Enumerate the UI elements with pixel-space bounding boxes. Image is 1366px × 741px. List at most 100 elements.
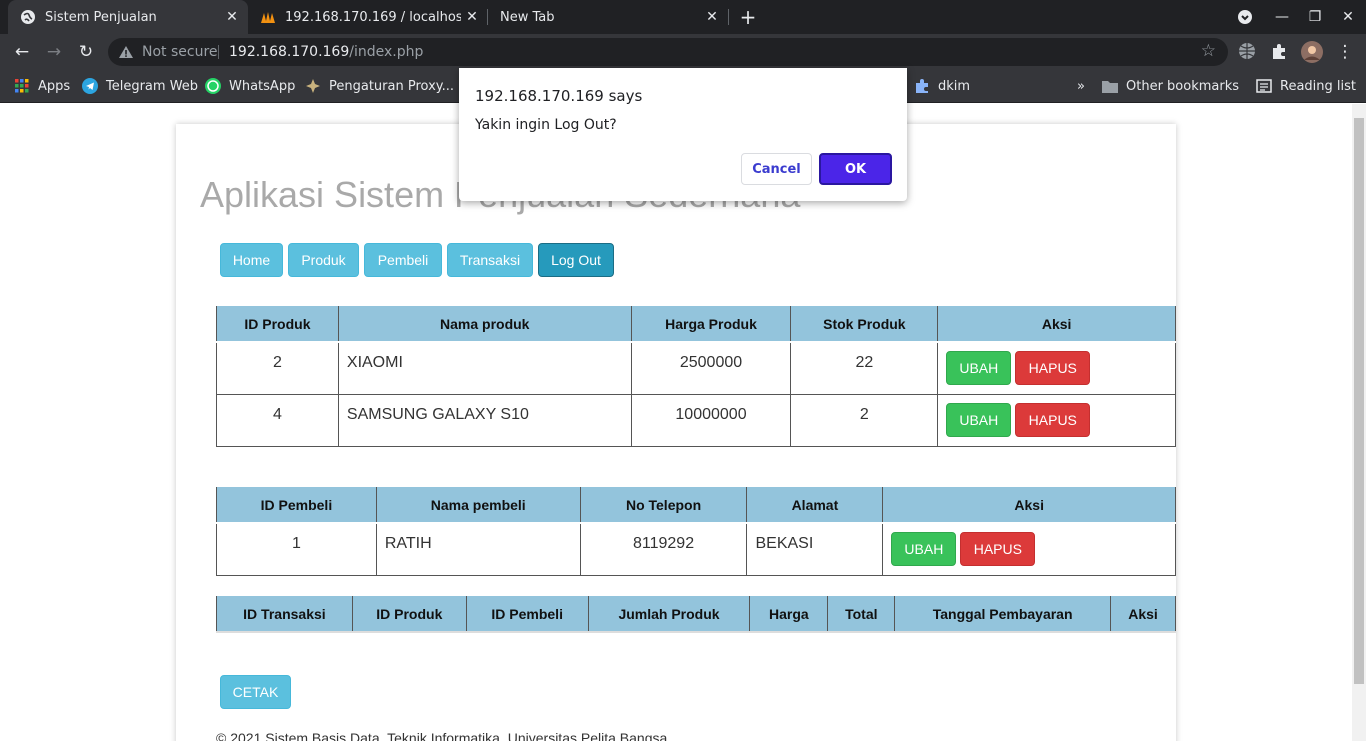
nav-transaksi-button[interactable]: Transaksi (447, 243, 533, 277)
transaksi-table: ID Transaksi ID Produk ID Pembeli Jumlah… (216, 596, 1176, 633)
back-arrow-icon[interactable]: ← (11, 41, 33, 63)
bookmark-label: Other bookmarks (1126, 78, 1240, 94)
tab-separator (728, 9, 729, 25)
bookmark-proxy[interactable]: Pengaturan Proxy... (305, 76, 454, 96)
column-header: Aksi (1110, 596, 1176, 633)
browser-toolbar: ← → ↻ Not secure 192.168.170.169/index.p… (0, 34, 1366, 70)
whatsapp-icon (205, 78, 221, 94)
extensions-puzzle-icon[interactable] (1270, 42, 1290, 62)
column-header: Nama pembeli (375, 487, 581, 524)
cell-stok: 22 (790, 341, 939, 395)
dialog-title: 192.168.170.169 says (475, 87, 643, 105)
bookmark-apps[interactable]: Apps (14, 76, 70, 96)
phpmyadmin-icon (260, 9, 276, 25)
page-scrollbar[interactable] (1352, 104, 1366, 741)
dialog-ok-button[interactable]: OK (819, 153, 892, 185)
delete-button[interactable]: HAPUS (960, 532, 1036, 566)
column-header: Aksi (937, 306, 1176, 343)
cell-id: 1 (216, 522, 377, 576)
cell-aksi: UBAH HAPUS (937, 393, 1176, 447)
bookmark-label: Apps (38, 78, 71, 94)
bookmark-star-icon[interactable]: ☆ (1201, 41, 1216, 61)
edit-button[interactable]: UBAH (891, 532, 957, 566)
confirm-dialog: 192.168.170.169 says Yakin ingin Log Out… (459, 68, 907, 201)
bookmark-telegram[interactable]: Telegram Web (82, 76, 198, 96)
edit-button[interactable]: UBAH (946, 402, 1012, 437)
bookmark-whatsapp[interactable]: WhatsApp (205, 76, 295, 96)
dialog-cancel-button[interactable]: Cancel (741, 153, 812, 185)
bookmark-other-bookmarks[interactable]: Other bookmarks (1102, 76, 1239, 96)
bookmark-label: Pengaturan Proxy... (329, 78, 455, 94)
nav-produk-button[interactable]: Produk (288, 243, 359, 277)
puzzle-icon (914, 78, 930, 94)
nav-home-button[interactable]: Home (220, 243, 283, 277)
table-header-row: ID Transaksi ID Produk ID Pembeli Jumlah… (216, 596, 1176, 633)
omnibox-divider (218, 45, 219, 59)
table-header-row: ID Produk Nama produk Harga Produk Stok … (216, 306, 1176, 343)
proxy-icon (305, 78, 321, 94)
cell-telepon: 8119292 (579, 522, 748, 576)
more-menu-icon[interactable]: ⋮ (1334, 41, 1356, 63)
cell-id: 2 (216, 341, 339, 395)
delete-button[interactable]: HAPUS (1015, 351, 1091, 385)
cell-alamat: BEKASI (746, 522, 884, 576)
new-tab-icon[interactable]: + (737, 6, 759, 28)
column-header: Stok Produk (790, 306, 939, 343)
close-tab-icon[interactable]: ✕ (224, 9, 240, 25)
vpn-globe-icon[interactable] (1238, 42, 1258, 62)
bookmark-label: WhatsApp (229, 78, 296, 94)
tab-sistem-penjualan[interactable]: Sistem Penjualan ✕ (8, 0, 248, 34)
scrollbar-thumb[interactable] (1354, 118, 1364, 684)
column-header: No Telepon (579, 487, 748, 524)
table-row: 1 RATIH 8119292 BEKASI UBAH HAPUS (216, 522, 1176, 576)
reading-list-button[interactable]: Reading list (1256, 76, 1356, 96)
tab-new-tab[interactable]: New Tab ✕ (488, 0, 728, 34)
dialog-message: Yakin ingin Log Out? (475, 117, 617, 133)
nav-logout-button[interactable]: Log Out (538, 243, 614, 277)
address-bar[interactable]: Not secure 192.168.170.169/index.php ☆ (108, 38, 1228, 66)
nav-pembeli-button[interactable]: Pembeli (364, 243, 442, 277)
restore-icon[interactable]: ❐ (1304, 6, 1326, 28)
close-tab-icon[interactable]: ✕ (704, 9, 720, 25)
column-header: ID Pembeli (216, 487, 377, 524)
warning-triangle-icon[interactable] (118, 44, 134, 60)
cell-harga: 2500000 (630, 341, 792, 395)
folder-icon (1102, 78, 1118, 94)
pembeli-table: ID Pembeli Nama pembeli No Telepon Alama… (216, 487, 1176, 576)
cell-stok: 2 (790, 393, 939, 447)
minimize-icon[interactable]: — (1271, 6, 1293, 28)
cell-nama: SAMSUNG GALAXY S10 (337, 393, 632, 447)
app-container: Aplikasi Sistem Penjualan Sederhana Home… (176, 124, 1176, 741)
url-text: 192.168.170.169/index.php (229, 44, 423, 60)
forward-arrow-icon[interactable]: → (43, 41, 65, 63)
column-header: Tanggal Pembayaran (894, 596, 1112, 633)
close-window-icon[interactable]: ✕ (1337, 6, 1359, 28)
print-button[interactable]: CETAK (220, 675, 291, 709)
column-header: Nama produk (337, 306, 632, 343)
column-header: Jumlah Produk (587, 596, 751, 633)
bookmark-dkim[interactable]: dkim (914, 76, 970, 96)
globe-icon (20, 9, 36, 25)
delete-button[interactable]: HAPUS (1015, 402, 1091, 437)
tab-title: New Tab (500, 9, 555, 25)
bookmark-label: dkim (938, 78, 971, 94)
column-header: Alamat (746, 487, 884, 524)
profile-avatar[interactable] (1301, 41, 1323, 63)
tab-phpmyadmin[interactable]: 192.168.170.169 / localhost / f ✕ (248, 0, 488, 34)
bookmarks-overflow-icon[interactable]: » (1077, 76, 1085, 96)
url-path: /index.php (349, 44, 424, 60)
tab-search-icon[interactable] (1234, 6, 1256, 28)
security-status: Not secure (142, 44, 218, 60)
browser-tab-strip: Sistem Penjualan ✕ 192.168.170.169 / loc… (0, 0, 1366, 34)
telegram-icon (82, 78, 98, 94)
column-header: ID Transaksi (216, 596, 353, 633)
close-tab-icon[interactable]: ✕ (464, 9, 480, 25)
table-row: 2 XIAOMI 2500000 22 UBAH HAPUS (216, 341, 1176, 395)
reload-icon[interactable]: ↻ (75, 41, 97, 63)
edit-button[interactable]: UBAH (946, 351, 1012, 385)
column-header: Total (827, 596, 896, 633)
column-header: Harga (749, 596, 829, 633)
column-header: ID Produk (351, 596, 467, 633)
bookmark-label: Telegram Web (106, 78, 199, 94)
cell-nama: RATIH (375, 522, 581, 576)
